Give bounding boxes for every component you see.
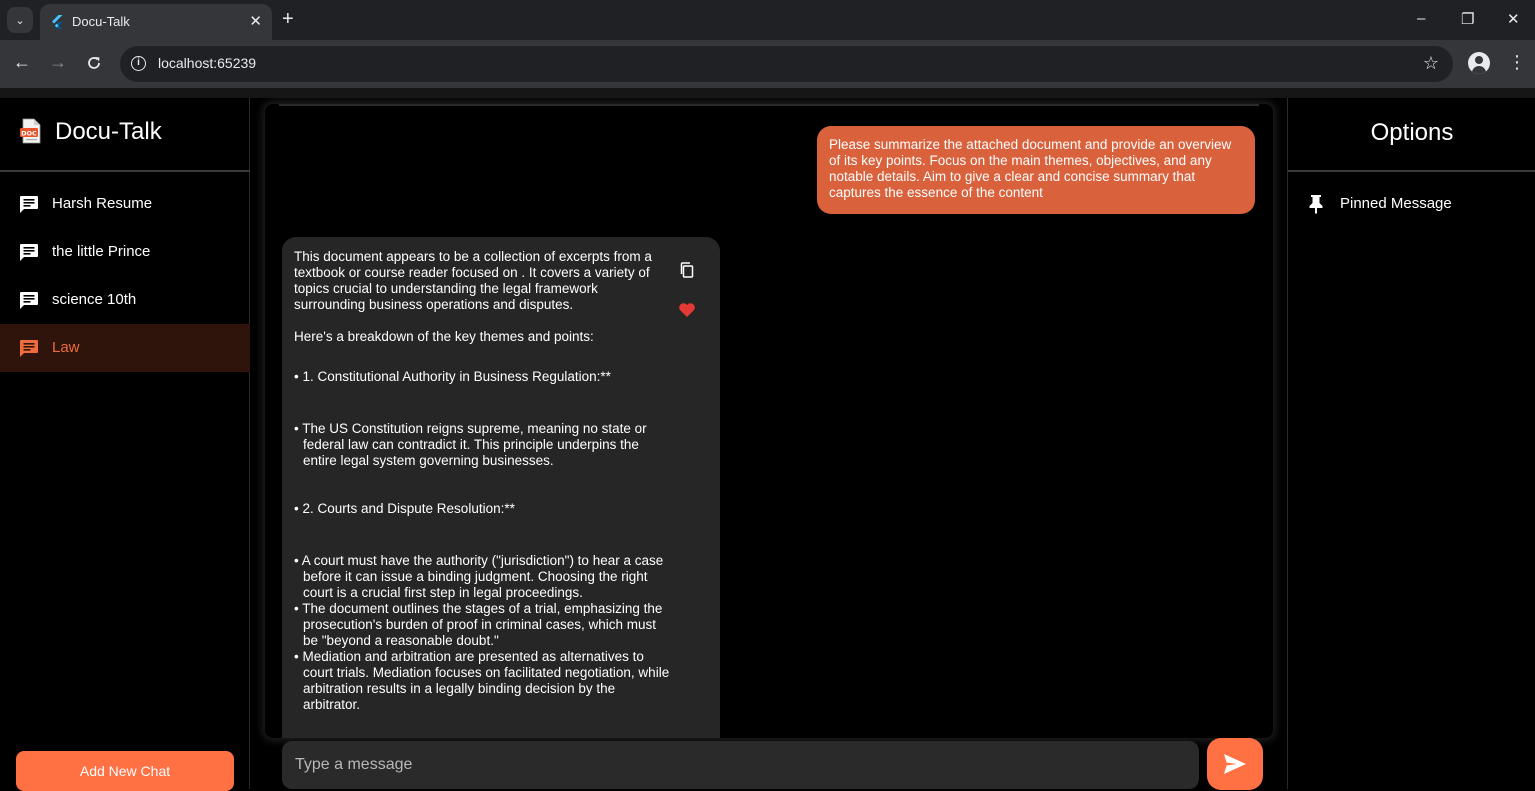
divider bbox=[279, 104, 1259, 106]
profile-icon[interactable] bbox=[1468, 52, 1490, 74]
chat-item-harsh-resume[interactable]: Harsh Resume bbox=[0, 180, 250, 228]
send-button[interactable] bbox=[1207, 738, 1263, 790]
chat-list: Harsh Resume the little Prince science 1… bbox=[0, 180, 250, 372]
chat-item-label: Law bbox=[52, 339, 80, 356]
chat-main: Please summarize the attached document a… bbox=[251, 98, 1286, 790]
bot-heading: • 2. Courts and Dispute Resolution:** bbox=[294, 501, 515, 516]
chat-bubble-icon bbox=[20, 340, 38, 357]
bot-message-text: This document appears to be a collection… bbox=[294, 249, 670, 713]
flutter-favicon-icon bbox=[52, 15, 63, 29]
tab-search-button[interactable]: ⌄ bbox=[7, 7, 33, 33]
forward-arrow-icon[interactable]: → bbox=[49, 52, 67, 73]
heart-icon[interactable] bbox=[678, 302, 696, 318]
chat-item-law[interactable]: Law bbox=[0, 324, 250, 372]
pin-icon bbox=[1309, 195, 1323, 214]
url-text[interactable]: localhost:65239 bbox=[158, 55, 256, 71]
bookmark-star-icon[interactable]: ☆ bbox=[1423, 53, 1439, 74]
chat-messages-panel[interactable]: Please summarize the attached document a… bbox=[265, 104, 1273, 738]
send-icon bbox=[1224, 754, 1246, 774]
bot-paragraph: Here's a breakdown of the key themes and… bbox=[294, 329, 594, 344]
brand-header: DOC Docu-Talk bbox=[0, 98, 250, 172]
chat-item-the-little-prince[interactable]: the little Prince bbox=[0, 228, 250, 276]
pinned-message-label: Pinned Message bbox=[1340, 195, 1452, 212]
bot-bullet: • A court must have the authority ("juri… bbox=[294, 553, 664, 600]
bot-bullet: • The US Constitution reigns supreme, me… bbox=[294, 421, 647, 468]
chat-bubble-icon bbox=[20, 196, 38, 213]
chat-bubble-icon bbox=[20, 244, 38, 261]
options-header: Options bbox=[1288, 98, 1535, 172]
close-window-button[interactable]: ✕ bbox=[1507, 10, 1520, 28]
browser-tab[interactable]: Docu-Talk ✕ bbox=[40, 4, 272, 40]
user-message-bubble: Please summarize the attached document a… bbox=[817, 126, 1255, 214]
chat-item-label: the little Prince bbox=[52, 243, 151, 260]
app-root: DOC Docu-Talk Harsh Resume the little Pr… bbox=[0, 88, 1535, 791]
app-top-strip bbox=[0, 88, 1535, 98]
bot-bullet: • The document outlines the stages of a … bbox=[294, 601, 663, 648]
address-bar[interactable]: i localhost:65239 ☆ bbox=[120, 46, 1453, 82]
back-arrow-icon[interactable]: ← bbox=[13, 52, 31, 73]
bot-bullet: • Mediation and arbitration are presente… bbox=[294, 649, 670, 712]
copy-icon[interactable] bbox=[679, 262, 695, 278]
pinned-message-item[interactable]: Pinned Message bbox=[1288, 180, 1535, 228]
bot-message-bubble: This document appears to be a collection… bbox=[282, 237, 720, 738]
doc-file-icon: DOC bbox=[20, 118, 41, 144]
message-input[interactable] bbox=[282, 741, 1199, 789]
site-info-icon[interactable]: i bbox=[131, 56, 146, 71]
chat-bubble-icon bbox=[20, 292, 38, 309]
bot-paragraph: This document appears to be a collection… bbox=[294, 249, 652, 312]
minimize-button[interactable]: – bbox=[1417, 10, 1425, 27]
chat-item-label: Harsh Resume bbox=[52, 195, 153, 212]
browser-toolbar: ← → i localhost:65239 ☆ ⋮ bbox=[0, 40, 1535, 88]
tab-close-icon[interactable]: ✕ bbox=[249, 12, 262, 30]
chat-item-science-10th[interactable]: science 10th bbox=[0, 276, 250, 324]
message-composer bbox=[251, 738, 1286, 790]
options-title: Options bbox=[1370, 119, 1454, 146]
kebab-menu-icon[interactable]: ⋮ bbox=[1508, 52, 1526, 73]
browser-tab-bar: ⌄ Docu-Talk ✕ + – ❐ ✕ bbox=[0, 0, 1535, 40]
sidebar: DOC Docu-Talk Harsh Resume the little Pr… bbox=[0, 98, 250, 791]
add-new-chat-button[interactable]: Add New Chat bbox=[16, 751, 234, 791]
svg-text:DOC: DOC bbox=[21, 129, 37, 137]
chat-item-label: science 10th bbox=[52, 291, 137, 308]
restore-button[interactable]: ❐ bbox=[1461, 10, 1474, 28]
options-panel: Options Pinned Message bbox=[1287, 98, 1535, 789]
tab-title: Docu-Talk bbox=[72, 14, 130, 29]
new-tab-button[interactable]: + bbox=[282, 8, 294, 31]
bot-heading: • 1. Constitutional Authority in Busines… bbox=[294, 369, 611, 384]
app-title: Docu-Talk bbox=[55, 118, 162, 145]
reload-icon[interactable] bbox=[86, 55, 102, 71]
